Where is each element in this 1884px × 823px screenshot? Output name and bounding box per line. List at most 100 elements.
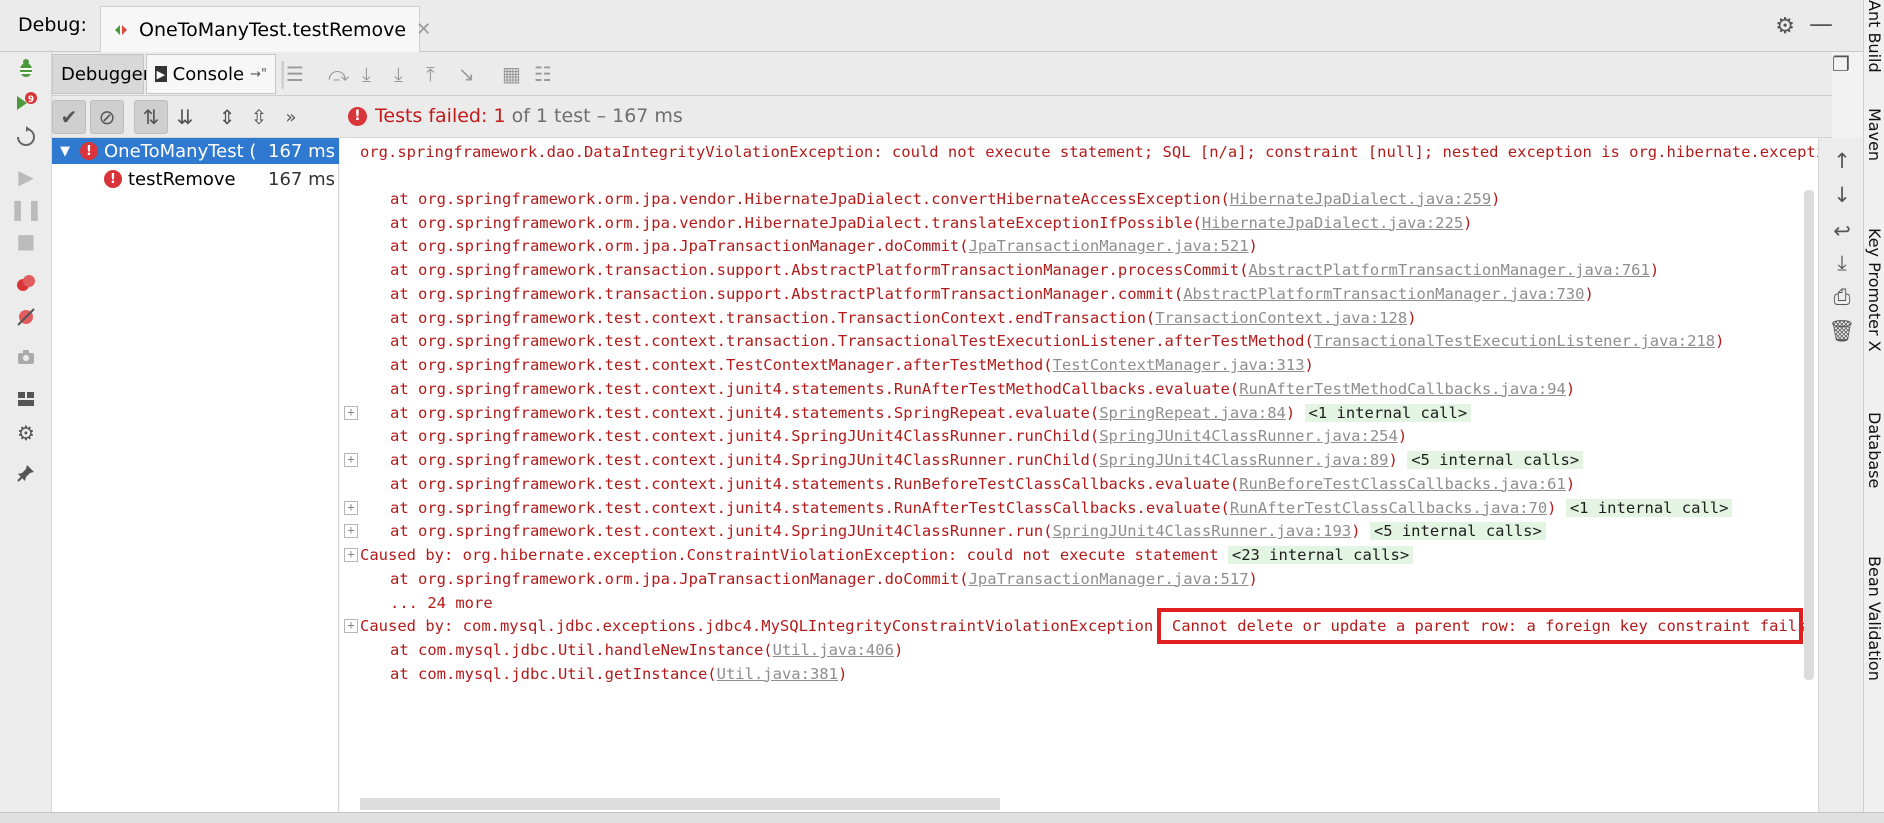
source-link[interactable]: JpaTransactionManager.java:517 (969, 570, 1249, 588)
resume-icon[interactable]: ▶ (13, 164, 39, 190)
trace-icon[interactable]: ☷ (534, 62, 552, 86)
expand-all-icon[interactable]: ⇕ (210, 100, 244, 134)
console-line: at org.springframework.test.context.juni… (390, 377, 1575, 401)
debug-bug-icon[interactable] (13, 56, 39, 82)
pause-icon[interactable]: ❚❚ (9, 196, 43, 222)
scroll-to-end-icon[interactable]: ⤓ (1829, 250, 1855, 276)
restore-layout-icon[interactable]: ❐ (1832, 52, 1850, 76)
debug-tabs-row: Debugger ▶ Console →" ☰ | ⤼ ⤓ ⤓ ⤒ ↘ ▦ ☷ (52, 52, 1832, 96)
run-to-cursor-icon[interactable]: ↘ (458, 62, 475, 86)
console-icon: ▶ (155, 66, 167, 82)
collapse-all-icon[interactable]: ⇳ (242, 100, 276, 134)
console-line: Caused by: org.hibernate.exception.Const… (360, 543, 1414, 567)
sidebar-item-database[interactable]: Database (1864, 412, 1884, 488)
source-link[interactable]: RunAfterTestClassCallbacks.java:70 (1230, 499, 1547, 517)
source-link[interactable]: SpringJUnit4ClassRunner.java:254 (1099, 427, 1398, 445)
console-hscrollbar[interactable] (360, 798, 1000, 810)
tree-item-root[interactable]: ▼ ! OneToManyTest ( 167 ms (52, 138, 339, 164)
sidebar-item-maven[interactable]: Maven (1864, 108, 1884, 161)
tree-item-time: 167 ms (268, 168, 335, 190)
error-icon: ! (104, 170, 122, 188)
source-link[interactable]: HibernateJpaDialect.java:259 (1230, 190, 1491, 208)
source-link[interactable]: AbstractPlatformTransactionManager.java:… (1249, 261, 1650, 279)
step-over-icon[interactable]: ⤼ (328, 62, 349, 86)
fold-toggle-icon[interactable]: + (344, 619, 358, 634)
source-link[interactable]: TransactionalTestExecutionListener.java:… (1314, 332, 1715, 350)
tests-failed-suffix: of 1 test – 167 ms (505, 105, 683, 127)
close-icon[interactable]: ✕ (416, 19, 431, 40)
source-link[interactable]: SpringRepeat.java:84 (1099, 404, 1286, 422)
source-link[interactable]: TransactionContext.java:128 (1155, 309, 1407, 327)
console-scrollbar[interactable] (1804, 190, 1814, 680)
console-line-text: at org.springframework.orm.jpa.JpaTransa… (390, 569, 969, 588)
pin-icon[interactable] (13, 460, 39, 486)
fold-toggle-icon[interactable]: + (344, 548, 358, 562)
gear-icon[interactable]: ⚙ (1775, 14, 1795, 39)
fold-toggle-icon[interactable]: + (344, 453, 358, 467)
tab-pin-icon[interactable]: →" (250, 67, 267, 82)
tree-item-child[interactable]: ! testRemove 167 ms (52, 166, 339, 192)
fold-toggle-icon[interactable]: + (344, 524, 358, 539)
show-ignored-icon[interactable]: ⊘ (90, 100, 124, 134)
source-link[interactable]: SpringJUnit4ClassRunner.java:193 (1053, 522, 1352, 540)
sidebar-item-ant-build[interactable]: Ant Build (1864, 0, 1884, 73)
source-link[interactable]: Util.java:406 (773, 641, 894, 659)
arrow-up-icon[interactable]: ↑ (1829, 148, 1855, 174)
source-link[interactable]: SpringJUnit4ClassRunner.java:89 (1099, 451, 1388, 469)
source-link[interactable]: TestContextManager.java:313 (1053, 356, 1305, 374)
console-output[interactable]: org.springframework.dao.DataIntegrityVio… (340, 138, 1818, 812)
source-link[interactable]: JpaTransactionManager.java:521 (969, 237, 1249, 255)
rerun-failed-icon[interactable]: 9 (13, 90, 39, 116)
menu-icon[interactable]: ☰ (286, 62, 304, 86)
trash-icon[interactable]: 🗑 (1829, 318, 1856, 344)
source-link[interactable]: HibernateJpaDialect.java:225 (1202, 214, 1463, 232)
stop-icon[interactable]: ■ (13, 228, 39, 254)
test-run-icon (113, 22, 129, 38)
console-line: at org.springframework.test.context.tran… (390, 306, 1417, 330)
sort-by-duration-icon[interactable]: ⇊ (168, 100, 202, 134)
console-right-toolbar: ↑ ↓ ↩ ⤓ ⎙ 🗑 (1818, 138, 1863, 812)
tab-debugger[interactable]: Debugger (52, 54, 150, 94)
console-line: at org.springframework.test.context.juni… (390, 401, 1472, 425)
source-link[interactable]: RunBeforeTestClassCallbacks.java:61 (1239, 475, 1566, 493)
arrow-down-icon[interactable]: ↓ (1829, 182, 1855, 208)
source-link[interactable]: Util.java:381 (717, 665, 838, 683)
print-icon[interactable]: ⎙ (1829, 284, 1855, 310)
step-out-icon[interactable]: ⤒ (426, 62, 435, 86)
source-link[interactable]: RunAfterTestMethodCallbacks.java:94 (1239, 380, 1566, 398)
chevron-down-icon[interactable]: ▼ (60, 144, 80, 159)
layout-icon[interactable] (13, 386, 39, 412)
camera-icon[interactable] (13, 344, 39, 370)
mute-breakpoints-icon[interactable] (13, 304, 39, 330)
more-icon[interactable]: » (274, 100, 308, 134)
internal-calls-fold[interactable]: <1 internal call> (1304, 403, 1472, 422)
internal-calls-fold[interactable]: <5 internal calls> (1369, 522, 1546, 541)
sidebar-item-bean-validation[interactable]: Bean Validation (1864, 556, 1884, 681)
minimize-icon[interactable]: — (1809, 10, 1833, 38)
sidebar-item-key-promoter[interactable]: Key Promoter X (1864, 228, 1884, 352)
internal-calls-fold[interactable]: <23 internal calls> (1227, 546, 1414, 564)
soft-wrap-icon[interactable]: ↩ (1829, 218, 1855, 244)
sort-alphabetically-icon[interactable]: ⇅ (134, 100, 168, 134)
console-line-text: at org.springframework.transaction.suppo… (390, 261, 1249, 279)
console-line-text: at com.mysql.jdbc.Util.getInstance( (390, 664, 717, 683)
debug-session-tab[interactable]: OneToManyTest.testRemove ✕ (100, 6, 431, 52)
step-into-icon[interactable]: ⤓ (362, 62, 371, 86)
fold-toggle-icon[interactable]: + (344, 500, 358, 515)
evaluate-expression-icon[interactable]: ▦ (502, 62, 521, 86)
view-breakpoints-icon[interactable] (13, 270, 39, 296)
console-line-suffix: ) (1285, 403, 1305, 422)
debug-label: Debug: (18, 14, 87, 36)
show-passed-icon[interactable]: ✔ (52, 100, 86, 134)
settings-icon[interactable]: ⚙ (13, 420, 39, 446)
console-line-text: org.springframework.dao.DataIntegrityVio… (360, 143, 1818, 161)
tree-item-time: 167 ms (268, 140, 335, 162)
internal-calls-fold[interactable]: <1 internal call> (1565, 498, 1733, 517)
fold-toggle-icon[interactable]: + (344, 405, 358, 420)
debug-left-toolbar: 9 ▶ ❚❚ ■ ⚙ (0, 52, 52, 812)
internal-calls-fold[interactable]: <5 internal calls> (1407, 451, 1584, 469)
tab-console[interactable]: ▶ Console →" (146, 54, 276, 94)
restart-debug-icon[interactable] (13, 124, 39, 150)
source-link[interactable]: AbstractPlatformTransactionManager.java:… (1183, 285, 1584, 303)
force-step-into-icon[interactable]: ⤓ (394, 62, 403, 86)
